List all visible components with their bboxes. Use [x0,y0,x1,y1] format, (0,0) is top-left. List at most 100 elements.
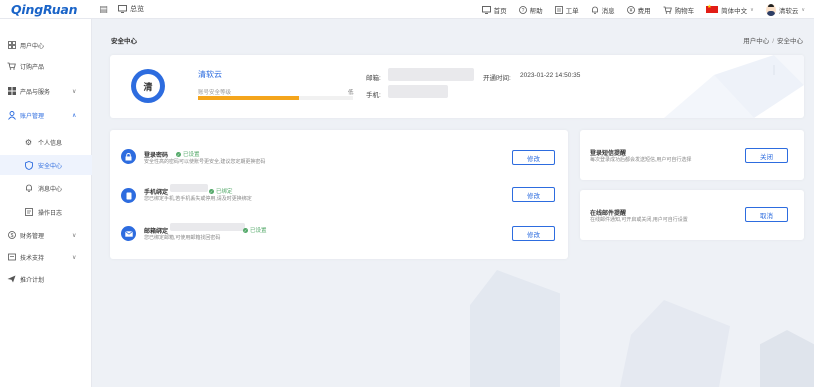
console-label: 总览 [130,6,144,13]
open-time-value: 2023-01-22 14:50:35 [520,72,581,79]
security-level-fill [198,96,299,100]
email-label: 邮箱: [366,75,381,82]
security-level-value: 低 [348,90,354,96]
modify-password-button[interactable]: 修改 [512,150,555,165]
bell-icon [591,6,598,14]
ticket-icon [554,5,563,14]
phone-masked [388,85,448,98]
sidebar-item-support[interactable]: 技术支持 ∨ [0,247,92,267]
sidebar-item-account[interactable]: 账户管理 ∧ [0,105,92,125]
shield-icon [24,160,33,170]
sidebar-item-label: 财务管理 [20,233,45,240]
nav-message[interactable]: 消息 [591,5,615,15]
item-description: 在线邮件通知,可开启或关闭,用户可自行设置 [590,217,688,223]
sidebar-item-user-center[interactable]: 用户中心 [0,35,92,55]
email-reminder-card: 在线邮件提醒 在线邮件通知,可开启或关闭,用户可自行设置 取消 [580,190,804,240]
send-icon [7,275,16,284]
menu-icon[interactable]: ▤ [99,4,108,14]
sidebar-item-label: 用户中心 [20,43,45,50]
sidebar-item-label: 消息中心 [38,186,63,193]
modify-email-button[interactable]: 修改 [512,226,555,241]
email-masked [170,223,245,231]
sidebar-item-label: 个人信息 [38,140,63,147]
sidebar-item-logs[interactable]: 操作日志 [0,202,92,222]
modify-phone-button[interactable]: 修改 [512,187,555,202]
top-bar: QingRuan ▤ 总览 首页 ? 帮助 工单 消息 ¥ 费用 购物车 ★ 简… [0,0,814,19]
nav-ticket[interactable]: 工单 [554,5,579,15]
user-name: 清软云 [778,7,799,15]
nav-home[interactable]: 首页 [481,5,507,15]
breadcrumb: 用户中心 / 安全中心 [743,38,803,45]
sidebar-item-security[interactable]: 安全中心 [0,155,92,175]
console-link[interactable]: 总览 [118,4,144,14]
item-description: 安全性高的密码可以使账号更安全,建议您定期更换密码 [144,159,266,165]
support-icon [7,253,16,262]
sidebar: 用户中心 订购产品 产品与服务 ∨ 账户管理 ∧ ⚙ 个人信息 安全中心 消息中… [0,19,92,387]
status-badge: ✓ 已绑定 [209,187,233,195]
sidebar-item-orders[interactable]: 订购产品 [0,56,92,76]
svg-text:$: $ [10,233,13,239]
phone-label: 手机: [366,92,381,99]
profile-card: 清 清软云 账号安全等级 低 邮箱: 手机: 开通时间: 2023-01-22 … [110,55,804,118]
background-decoration [620,300,730,387]
item-description: 每次登录成功后都会发送短信,用户可自行选择 [590,157,692,163]
security-list-card: 登录密码 ✓ 已设置 安全性高的密码可以使账号更安全,建议您定期更换密码 修改 … [110,130,568,259]
check-icon: ✓ [243,227,248,233]
lock-icon [121,149,136,164]
page-title: 安全中心 [111,38,137,45]
background-decoration [760,330,814,387]
sidebar-item-messages[interactable]: 消息中心 [0,178,92,198]
sidebar-item-label: 操作日志 [38,210,63,217]
user-menu[interactable]: 清软云 ∨ [765,3,805,16]
sidebar-item-label: 安全中心 [38,163,63,170]
nav-help[interactable]: ? 帮助 [518,5,543,15]
toggle-email-button[interactable]: 取消 [745,207,788,222]
phone-icon [121,188,136,203]
money-icon: $ [7,231,16,240]
card-decoration [664,55,804,118]
breadcrumb-link[interactable]: 用户中心 [743,38,769,45]
status-text: 已设置 [183,152,200,158]
svg-text:¥: ¥ [629,8,632,14]
sidebar-item-label: 账户管理 [20,113,45,120]
nav-label: 工单 [565,7,579,15]
sms-reminder-card: 登录短信提醒 每次登录成功后都会发送短信,用户可自行选择 关闭 [580,130,804,180]
username: 清软云 [198,70,222,79]
nav-cart[interactable]: 购物车 [663,5,694,15]
nav-label: 费用 [637,7,651,15]
chevron-up-icon: ∧ [72,112,77,119]
sidebar-item-label: 订购产品 [20,64,45,71]
avatar [765,3,776,16]
sidebar-item-products[interactable]: 产品与服务 ∨ [0,81,92,101]
background-decoration [470,270,560,387]
email-masked [388,68,474,81]
nav-fee[interactable]: ¥ 费用 [626,5,651,15]
check-icon: ✓ [176,151,181,157]
sidebar-item-profile[interactable]: ⚙ 个人信息 [0,132,92,152]
monitor-icon [481,5,491,14]
status-badge: ✓ 已设置 [243,226,267,234]
cart-icon [663,6,672,14]
open-time-label: 开通时间: [483,75,511,82]
top-nav: 首页 ? 帮助 工单 消息 ¥ 费用 购物车 简体中文 ∨ 清软云 [481,0,814,19]
bell-icon [24,184,33,193]
apps-icon [7,87,16,96]
sidebar-item-referral[interactable]: 推介计划 [0,269,92,289]
sidebar-item-finance[interactable]: $ 财务管理 ∨ [0,225,92,245]
chevron-down-icon: ∨ [72,88,77,95]
yen-icon: ¥ [626,5,635,14]
chevron-down-icon: ∨ [750,6,754,13]
chevron-down-icon: ∨ [72,254,77,261]
nav-label: 帮助 [529,7,543,15]
sidebar-item-label: 推介计划 [20,277,45,284]
language-select[interactable]: 简体中文 ∨ [706,4,754,15]
grid-icon [7,41,16,50]
logo[interactable]: QingRuan [11,2,78,17]
security-level-bar [198,96,353,100]
gear-icon: ⚙ [24,137,33,147]
avatar: 清 [131,69,165,103]
security-level-label: 账号安全等级 [198,90,232,96]
breadcrumb-current: 安全中心 [777,38,803,45]
phone-masked [170,184,208,192]
toggle-sms-button[interactable]: 关闭 [745,148,788,163]
